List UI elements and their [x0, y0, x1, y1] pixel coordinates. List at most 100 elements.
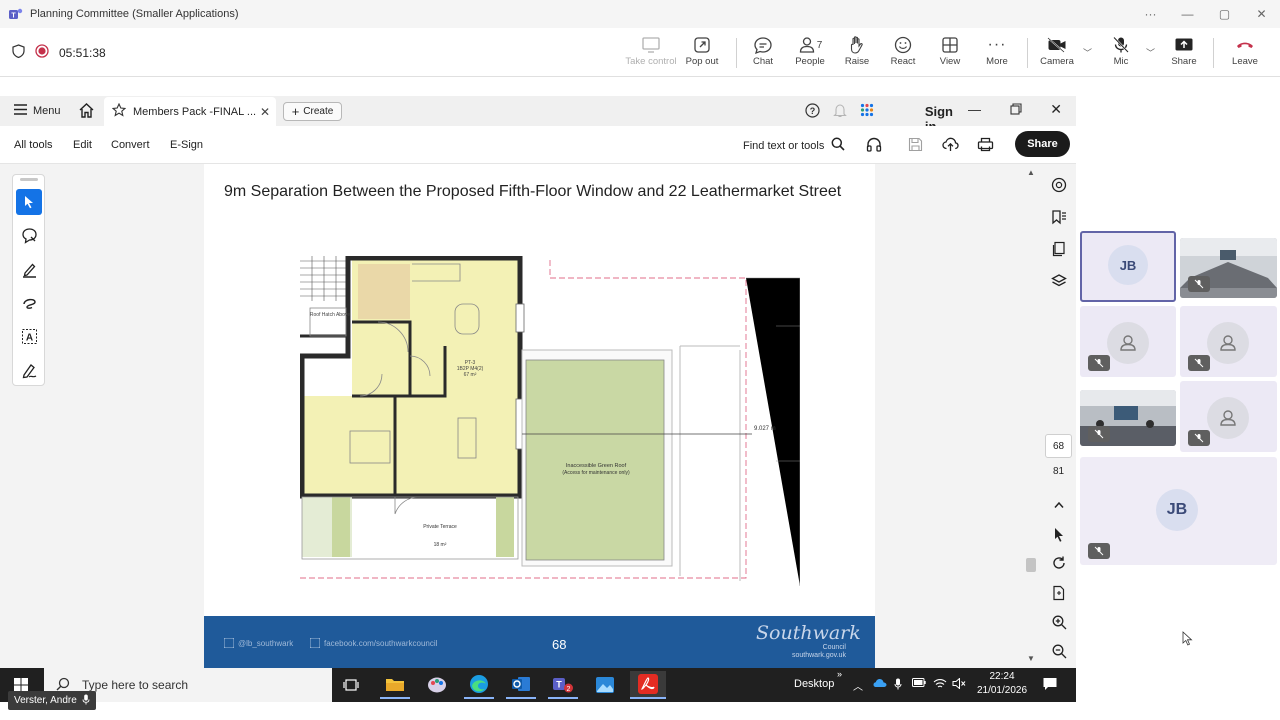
pages-icon[interactable]: [1046, 236, 1072, 262]
close-tab-icon[interactable]: ✕: [260, 105, 270, 119]
select-cursor-icon[interactable]: [1046, 522, 1072, 548]
leave-button[interactable]: Leave: [1217, 34, 1273, 67]
clock-time: 22:24: [989, 671, 1015, 682]
outlook-icon[interactable]: [506, 671, 536, 699]
microphone-tray-icon[interactable]: [894, 678, 902, 693]
minimize-icon[interactable]: —: [1169, 0, 1206, 28]
esign-menu[interactable]: E-Sign: [170, 139, 203, 151]
teams-taskbar-icon[interactable]: T2: [548, 671, 578, 699]
more-options-icon[interactable]: ···: [1132, 0, 1169, 28]
all-tools-menu[interactable]: All tools: [14, 139, 53, 151]
system-clock[interactable]: 22:24 21/01/2026: [974, 670, 1030, 698]
participant-tile[interactable]: [1180, 381, 1277, 452]
participant-tile-jb[interactable]: JB: [1080, 231, 1176, 302]
meeting-toolbar: 05:51:38 Take control Pop out Chat 7 Peo…: [0, 28, 1280, 77]
rotate-icon[interactable]: [1046, 550, 1072, 576]
recording-timer: 05:51:38: [59, 45, 106, 60]
fill-sign-tool-icon[interactable]: [16, 357, 42, 383]
zoom-in-icon[interactable]: [1046, 609, 1072, 635]
edit-menu[interactable]: Edit: [73, 139, 92, 151]
page-footer: @lb_southwark facebook.com/southwarkcoun…: [204, 616, 875, 668]
take-control-button[interactable]: Take control: [623, 34, 679, 67]
show-hidden-icons-chevron-icon[interactable]: ︿: [853, 678, 863, 693]
participant-tile-jb-large[interactable]: JB: [1080, 457, 1277, 565]
acrobat-taskbar-icon[interactable]: [630, 671, 666, 699]
read-aloud-icon[interactable]: [866, 137, 882, 157]
more-button[interactable]: ··· More: [969, 34, 1025, 67]
find-label: Find text or tools: [743, 139, 825, 152]
convert-menu[interactable]: Convert: [111, 139, 150, 151]
create-button[interactable]: + Create: [283, 102, 342, 121]
teams-title-bar: T Planning Committee (Smaller Applicatio…: [0, 0, 1280, 28]
home-icon[interactable]: [78, 102, 95, 124]
photos-app-icon[interactable]: [590, 671, 620, 699]
people-label: People: [795, 56, 825, 67]
star-icon[interactable]: [111, 102, 127, 120]
close-icon[interactable]: ✕: [1243, 0, 1280, 28]
comment-tool-icon[interactable]: [16, 222, 42, 248]
menu-button[interactable]: Menu: [14, 104, 61, 118]
layers-icon[interactable]: [1046, 268, 1072, 294]
help-icon[interactable]: ?: [805, 103, 820, 123]
mic-button[interactable]: Mic: [1093, 34, 1149, 67]
page-number-input[interactable]: 68: [1045, 434, 1072, 458]
apps-grid-icon[interactable]: [860, 103, 874, 122]
bell-icon[interactable]: [833, 103, 847, 123]
draw-tool-icon[interactable]: [16, 289, 42, 315]
leave-label: Leave: [1232, 56, 1258, 67]
wifi-icon[interactable]: [933, 678, 947, 692]
camera-options-chevron-icon[interactable]: ﹀: [1083, 46, 1092, 59]
highlight-tool-icon[interactable]: [16, 256, 42, 282]
terrace-area-label: 18 m²: [434, 542, 447, 548]
page-heading: 9m Separation Between the Proposed Fifth…: [224, 183, 842, 200]
volume-muted-icon[interactable]: [952, 677, 966, 692]
bookmarks-icon[interactable]: [1046, 204, 1072, 230]
more-label: More: [986, 56, 1008, 67]
print-icon[interactable]: [977, 137, 994, 157]
desktop-toolbar-label[interactable]: Desktop: [794, 678, 834, 690]
mic-options-chevron-icon[interactable]: ﹀: [1146, 46, 1155, 59]
participant-tile-room-video[interactable]: [1080, 390, 1176, 446]
camera-button[interactable]: Camera: [1029, 34, 1085, 67]
share-document-button[interactable]: Share: [1015, 131, 1070, 157]
save-icon[interactable]: [908, 137, 923, 157]
file-explorer-icon[interactable]: [380, 671, 410, 699]
ai-assistant-icon[interactable]: [1046, 172, 1072, 198]
restore-icon[interactable]: [1010, 102, 1022, 120]
minimize-icon[interactable]: —: [968, 102, 981, 117]
text-select-tool-icon[interactable]: A: [16, 323, 42, 349]
close-icon[interactable]: ✕: [1050, 101, 1062, 118]
upload-cloud-icon[interactable]: [942, 137, 959, 157]
drag-handle[interactable]: [20, 178, 38, 181]
zoom-out-icon[interactable]: [1046, 638, 1072, 664]
participant-tile[interactable]: [1080, 306, 1176, 377]
share-button[interactable]: Share: [1156, 34, 1212, 67]
window-title: Planning Committee (Smaller Applications…: [30, 8, 239, 20]
page-fit-icon[interactable]: [1046, 580, 1072, 606]
battery-icon[interactable]: [912, 678, 926, 690]
pop-out-button[interactable]: Pop out: [674, 34, 730, 67]
pop-out-icon: [693, 34, 711, 56]
document-tab[interactable]: Members Pack -FINAL ... ✕: [104, 97, 276, 126]
participant-tile-room-video[interactable]: [1180, 238, 1277, 298]
document-viewer: A 9m Separation Between the Proposed Fif…: [0, 164, 1076, 668]
task-view-icon[interactable]: [336, 671, 366, 699]
desktop-expand-icon[interactable]: »: [837, 669, 842, 679]
maximize-icon[interactable]: ▢: [1206, 0, 1243, 28]
notifications-icon[interactable]: [1042, 676, 1058, 697]
scroll-up-icon[interactable]: ▲: [1027, 168, 1035, 177]
scroll-down-icon[interactable]: ▼: [1027, 654, 1035, 663]
participant-tile[interactable]: [1180, 306, 1277, 377]
onedrive-cloud-icon[interactable]: [873, 678, 887, 691]
chat-label: Chat: [752, 56, 774, 67]
edge-browser-icon[interactable]: [464, 671, 494, 699]
paint-app-icon[interactable]: [422, 671, 452, 699]
vertical-scrollbar[interactable]: ▲ ▼: [1024, 164, 1038, 668]
scroll-thumb[interactable]: [1026, 558, 1036, 572]
twitter-handle: @lb_southwark: [224, 638, 293, 648]
mic-label: Mic: [1113, 56, 1129, 67]
unit-area-label: 67 m²: [464, 372, 477, 378]
select-tool-icon[interactable]: [16, 189, 42, 215]
previous-page-icon[interactable]: [1046, 492, 1072, 518]
find-tools-button[interactable]: Find text or tools: [743, 137, 845, 154]
